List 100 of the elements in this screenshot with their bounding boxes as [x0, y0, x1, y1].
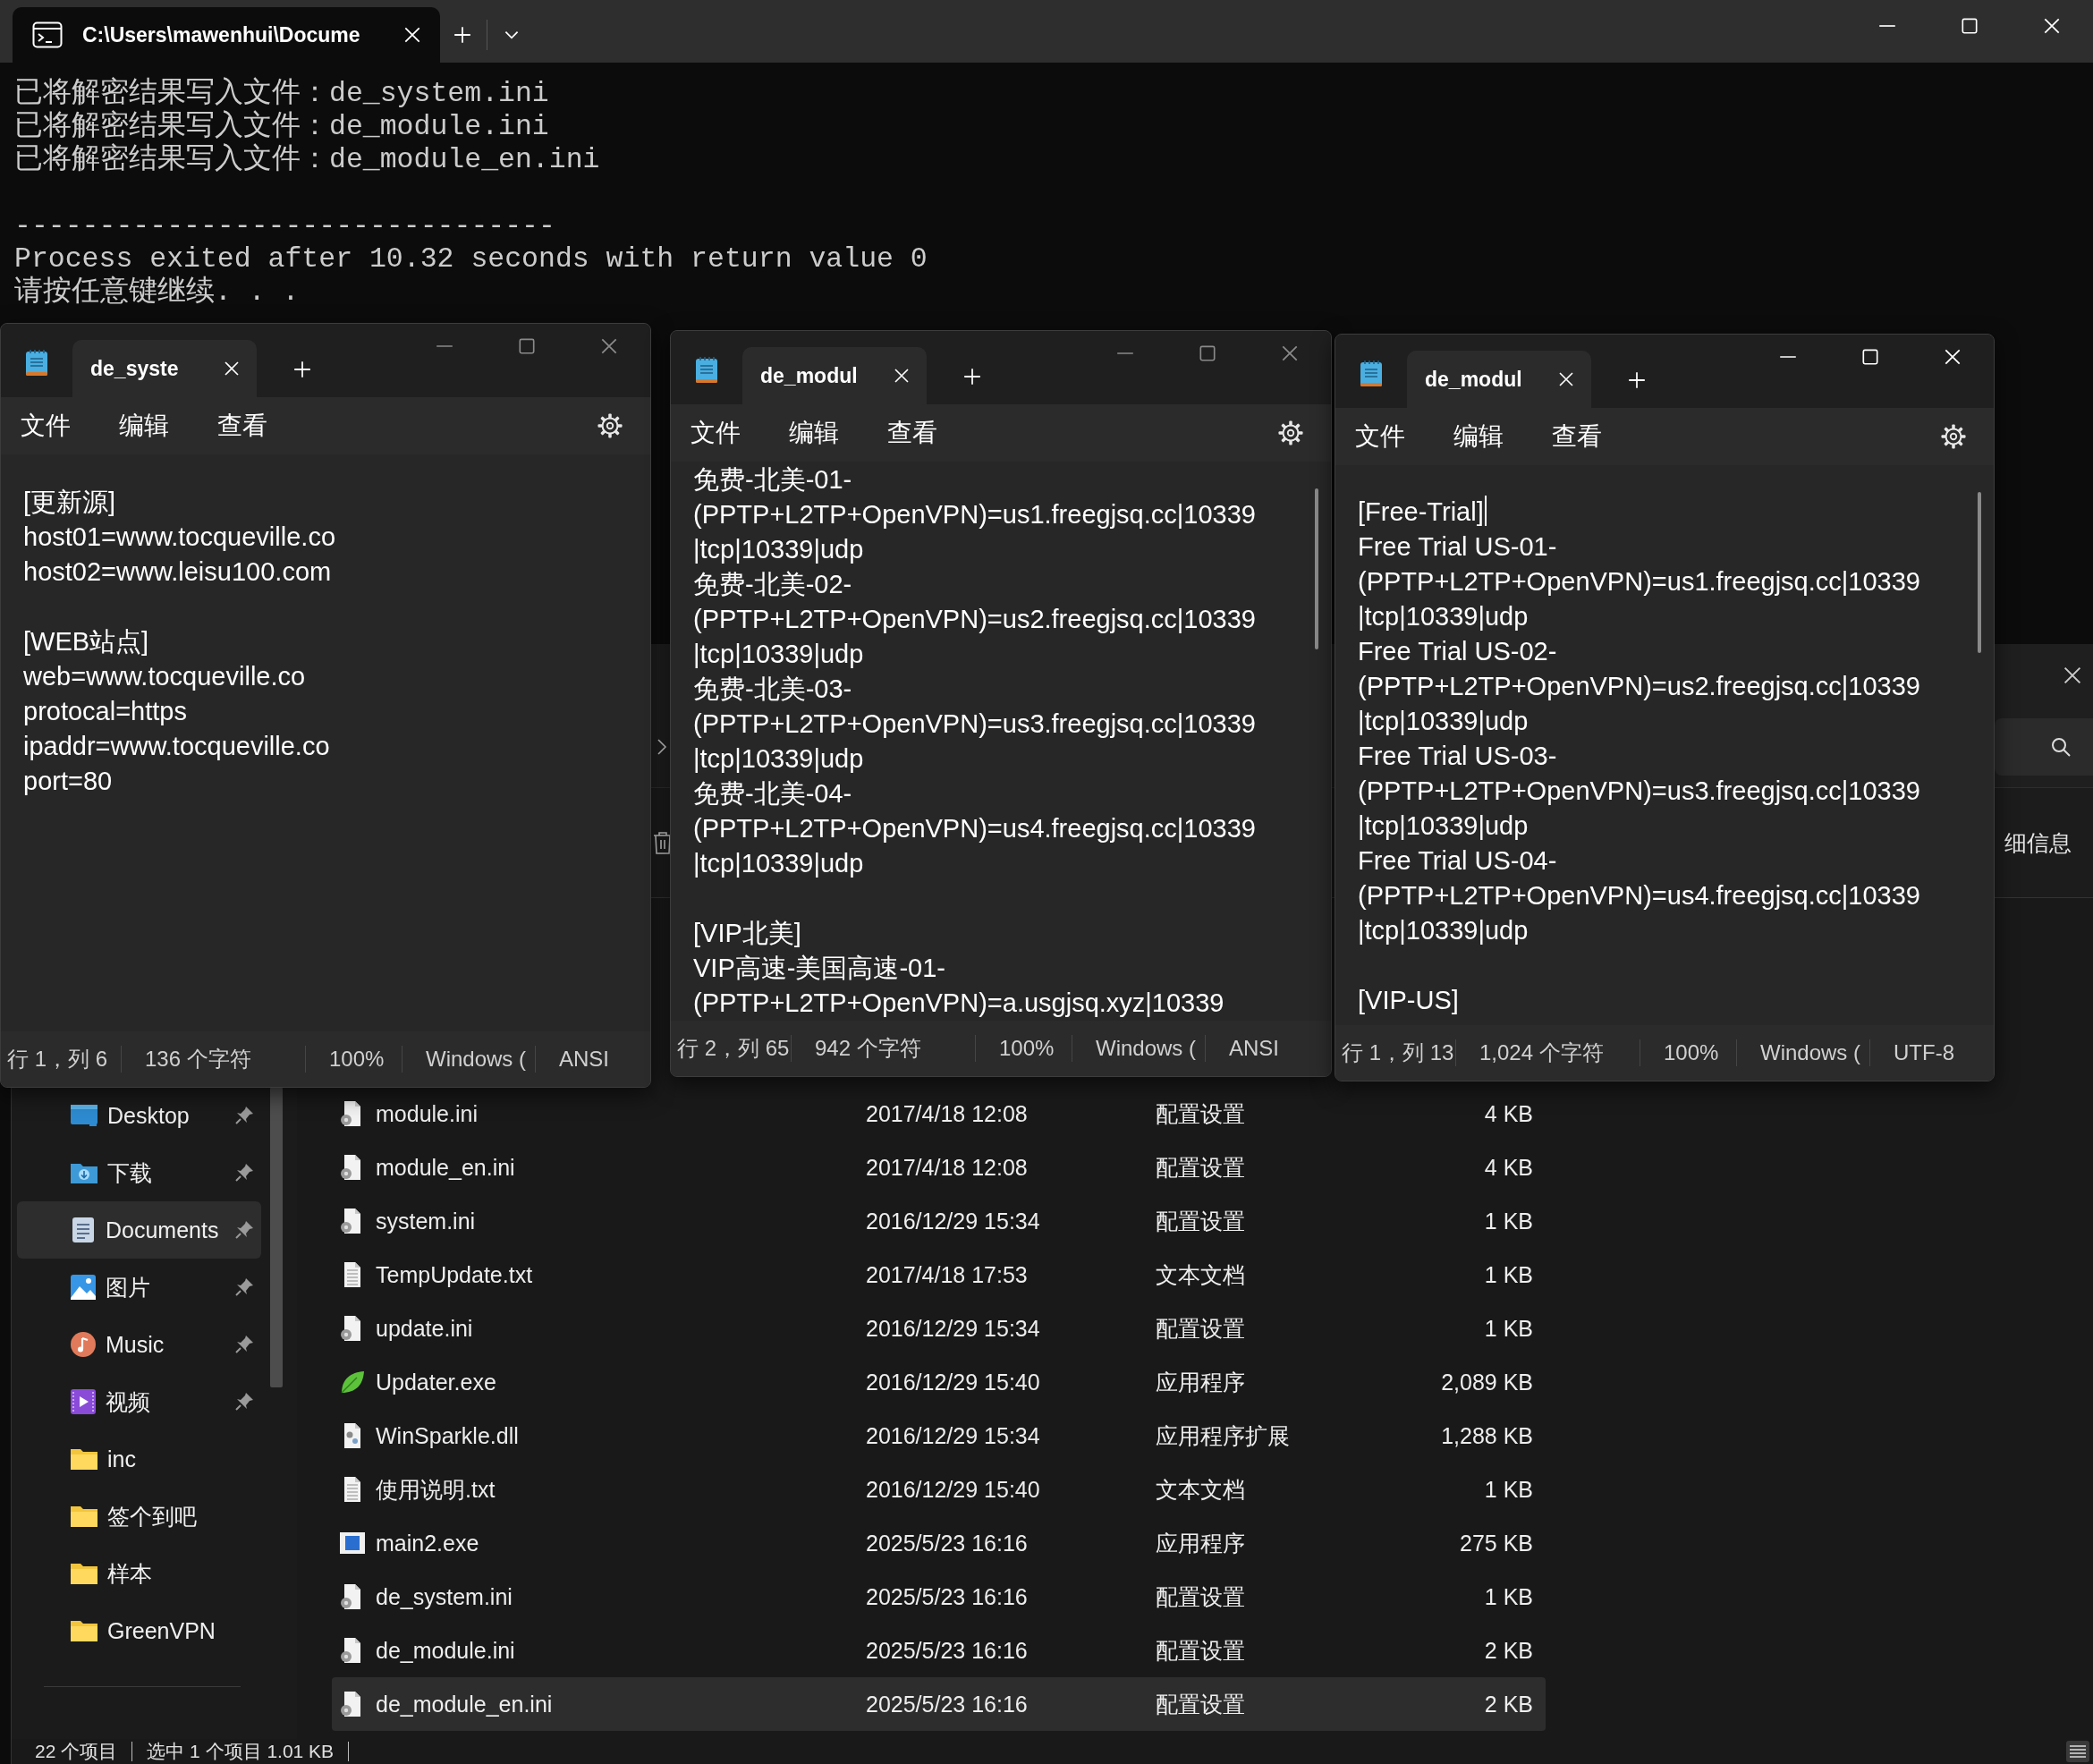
menu-item[interactable]: 文件 [21, 409, 71, 443]
modified-date: 2016/12/29 15:34 [866, 1208, 1041, 1234]
nav-item[interactable]: 图片 [17, 1259, 261, 1316]
folder-icon [70, 1447, 98, 1471]
text-line: (PPTP+L2TP+OpenVPN)=a.usgjsq.xyz|10339 [693, 988, 1224, 1019]
file-size: 1 KB [1483, 1208, 1533, 1234]
text-line: Free Trial US-01- [1358, 531, 1557, 563]
text-line: Free Trial US-02- [1358, 636, 1557, 667]
text-area[interactable]: [更新源] host01=www.tocqueville.co host02=www.leisu100.com [WEB站点] web=www.tocqueville.co protocal=https ipaddr=www.tocqueville.co port=80 [1, 454, 650, 1031]
file-row[interactable]: main2.exe 2025/5/23 16:16 应用程序 275 KB [332, 1516, 1546, 1570]
music-icon [70, 1331, 97, 1358]
file-row[interactable]: TempUpdate.txt 2017/4/18 17:53 文本文档 1 KB [332, 1248, 1546, 1302]
plus-icon[interactable] [292, 360, 312, 379]
scrollbar-thumb[interactable] [1315, 488, 1318, 649]
close-icon[interactable] [893, 367, 911, 385]
desktop-icon [70, 1103, 98, 1128]
nav-item[interactable]: Music [17, 1316, 261, 1373]
menu-item[interactable]: 编辑 [789, 416, 839, 450]
text-line: 免费-北美-04- [693, 778, 852, 810]
document-icon [70, 1217, 97, 1243]
file-name: update.ini [376, 1315, 474, 1342]
settings-icon[interactable] [1940, 423, 1967, 450]
text-line: 免费-北美-03- [693, 674, 852, 705]
file-row[interactable]: de_module_en.ini 2025/5/23 16:16 配置设置 2 KB [332, 1677, 1546, 1731]
menu-item[interactable]: 查看 [887, 416, 937, 450]
plus-icon[interactable] [453, 25, 472, 45]
file-row[interactable]: WinSparkle.dll 2016/12/29 15:34 应用程序扩展 1,288 KB [332, 1409, 1546, 1463]
terminal-tab[interactable]: C:\Users\mawenhui\Docume [13, 7, 440, 63]
file-row[interactable]: system.ini 2016/12/29 15:34 配置设置 1 KB [332, 1194, 1546, 1248]
plus-icon[interactable] [962, 367, 982, 386]
text-line: |tcp|10339|udp [1358, 601, 1529, 632]
settings-icon[interactable] [1277, 420, 1304, 446]
text-line: ipaddr=www.tocqueville.co [23, 731, 330, 762]
file-row[interactable]: Updater.exe 2016/12/29 15:40 应用程序 2,089 KB [332, 1355, 1546, 1409]
search-field[interactable] [1995, 718, 2093, 776]
text-line: |tcp|10339|udp [1358, 706, 1529, 737]
close-icon[interactable] [402, 25, 422, 45]
nav-item[interactable]: GreenVPN [17, 1602, 261, 1659]
maximize-icon[interactable] [1860, 347, 1880, 367]
scrollbar-thumb[interactable] [270, 1087, 283, 1387]
text-line: |tcp|10339|udp [1358, 915, 1529, 946]
menu-item[interactable]: 查看 [217, 409, 267, 443]
file-tab[interactable]: de_modul [1407, 351, 1591, 408]
file-row[interactable]: module_en.ini 2017/4/18 12:08 配置设置 4 KB [332, 1141, 1546, 1194]
nav-item[interactable]: 签个到吧 [17, 1488, 261, 1545]
close-icon[interactable] [1557, 370, 1575, 388]
menu-item[interactable]: 编辑 [119, 409, 169, 443]
nav-item[interactable]: 下载 [17, 1144, 261, 1201]
maximize-icon[interactable] [1960, 16, 1979, 36]
nav-item[interactable]: Desktop [17, 1087, 261, 1144]
text-line: |tcp|10339|udp [693, 848, 864, 879]
status-text: 100% [305, 1046, 402, 1073]
file-size: 2 KB [1483, 1691, 1533, 1717]
text-line: [WEB站点] [23, 626, 149, 657]
modified-date: 2017/4/18 17:53 [866, 1261, 1029, 1288]
nav-item[interactable]: 样本 [17, 1545, 261, 1602]
text-line: Free Trial US-04- [1358, 845, 1557, 877]
nav-item[interactable]: 视频 [17, 1373, 261, 1430]
file-row[interactable]: update.ini 2016/12/29 15:34 配置设置 1 KB [332, 1302, 1546, 1355]
file-name: de_module_en.ini [376, 1691, 554, 1717]
text-line: host02=www.leisu100.com [23, 556, 332, 588]
file-size: 1 KB [1483, 1476, 1533, 1503]
file-row[interactable]: de_system.ini 2025/5/23 16:16 配置设置 1 KB [332, 1570, 1546, 1624]
folder-icon [70, 1505, 98, 1528]
notepad-icon [694, 356, 719, 385]
text-line: (PPTP+L2TP+OpenVPN)=us1.freegjsq.cc|10339 [693, 499, 1256, 530]
menu-item[interactable]: 文件 [691, 416, 741, 450]
file-row[interactable]: module.ini 2017/4/18 12:08 配置设置 4 KB [332, 1087, 1546, 1141]
console-line: 请按任意键继续. . . [14, 276, 300, 309]
text-line: |tcp|10339|udp [693, 639, 864, 670]
app-window-icon [339, 1531, 366, 1556]
close-icon[interactable] [2042, 16, 2062, 36]
menu-item[interactable]: 文件 [1355, 420, 1405, 454]
nav-item[interactable]: inc [17, 1430, 261, 1488]
file-tab[interactable]: de_syste [72, 340, 257, 397]
file-name: module_en.ini [376, 1154, 516, 1181]
modified-date: 2025/5/23 16:16 [866, 1691, 1029, 1717]
settings-icon[interactable] [597, 412, 623, 439]
folder-icon [70, 1619, 98, 1642]
status-text: 100% [975, 1035, 1072, 1062]
console-line: 已将解密结果写入文件：de_module_en.ini [14, 143, 600, 176]
close-icon[interactable] [223, 360, 241, 377]
menu-item[interactable]: 编辑 [1453, 420, 1504, 454]
notepad-icon [24, 349, 49, 377]
menu-item[interactable]: 查看 [1552, 420, 1602, 454]
file-tab[interactable]: de_modul [742, 347, 927, 404]
file-name: Updater.exe [376, 1369, 497, 1395]
close-icon[interactable] [1943, 347, 1962, 367]
plus-icon[interactable] [1627, 370, 1647, 390]
close-icon[interactable] [2062, 665, 2083, 686]
chevron-right-icon[interactable] [656, 737, 668, 757]
file-type: 文本文档 [1156, 1260, 1246, 1289]
details-button[interactable]: 细信息 [2004, 827, 2093, 858]
file-row[interactable]: de_module.ini 2025/5/23 16:16 配置设置 2 KB [332, 1624, 1546, 1677]
file-row[interactable]: 使用说明.txt 2016/12/29 15:40 文本文档 1 KB [332, 1463, 1546, 1516]
leaf-icon [339, 1369, 366, 1395]
nav-item[interactable]: Documents [17, 1201, 261, 1259]
file-type: 配置设置 [1156, 1099, 1246, 1128]
scrollbar-thumb[interactable] [1978, 492, 1981, 653]
text-line: (PPTP+L2TP+OpenVPN)=us3.freegjsq.cc|10339 [693, 708, 1256, 740]
